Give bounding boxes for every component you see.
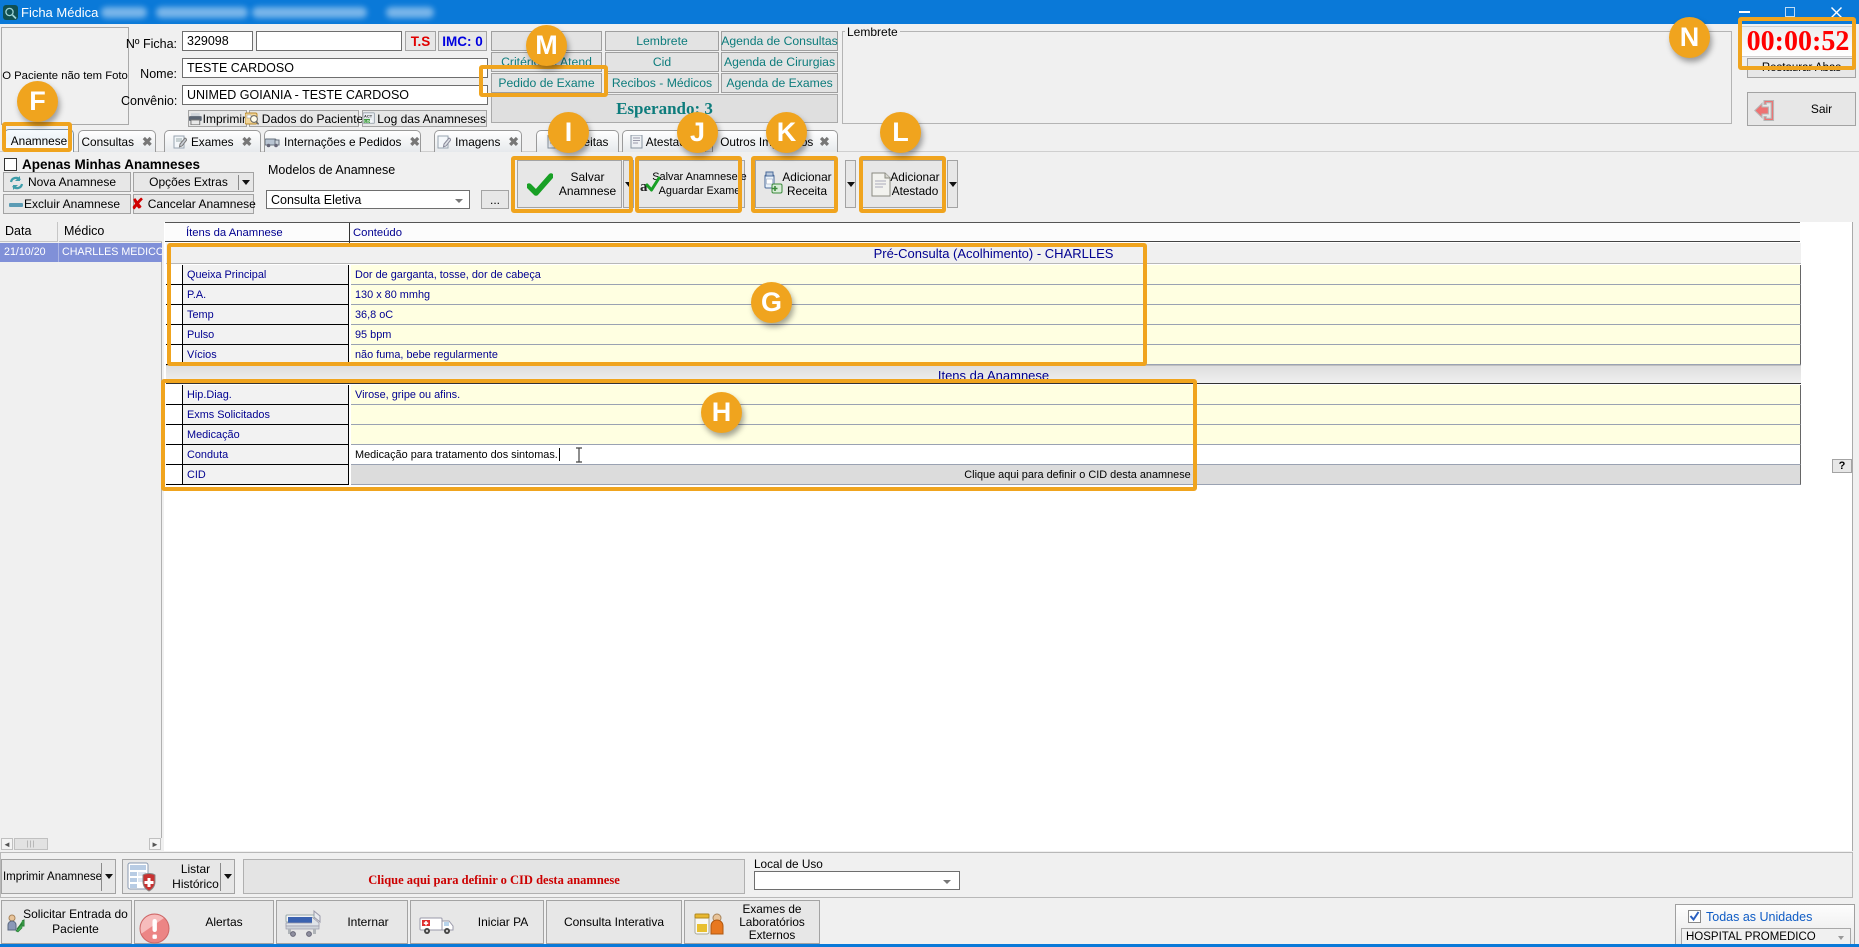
svg-text:ACT: ACT — [364, 114, 373, 119]
svg-text:LOG: LOG — [364, 119, 372, 123]
